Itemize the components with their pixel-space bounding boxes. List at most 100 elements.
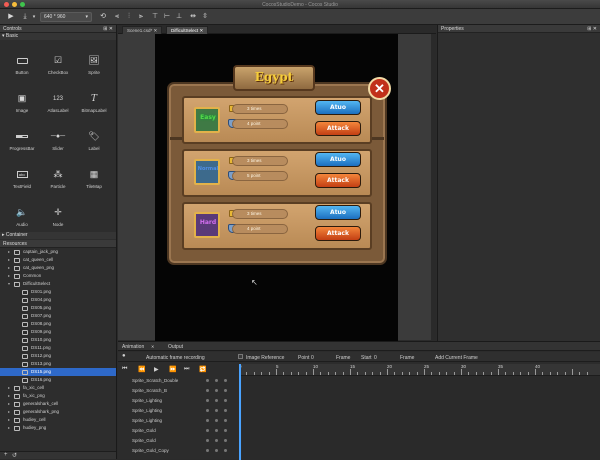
- add-current-frame-button[interactable]: Add Current Frame: [435, 355, 478, 361]
- keyframe-toggle-icon[interactable]: [224, 409, 227, 412]
- lock-toggle-icon[interactable]: [215, 449, 218, 452]
- visibility-toggle-icon[interactable]: [206, 389, 209, 392]
- timeline-ruler[interactable]: 0510152025303540: [239, 364, 600, 376]
- control-progressbar[interactable]: ProgressBar: [4, 119, 40, 151]
- track-row[interactable]: Sprite_Gold: [118, 436, 239, 445]
- prev-frame-icon[interactable]: ⏪: [138, 366, 145, 373]
- control-node[interactable]: ✛ Node: [40, 195, 76, 227]
- lock-toggle-icon[interactable]: [215, 409, 218, 412]
- track-row[interactable]: Sprite_Lighting: [118, 396, 239, 405]
- track-row[interactable]: Sprite_Scratch_Double: [118, 376, 239, 385]
- distribute-h-icon[interactable]: ⇹: [188, 12, 198, 22]
- keyframe-toggle-icon[interactable]: [224, 429, 227, 432]
- attack-button-normal[interactable]: Attack: [315, 173, 361, 188]
- align-top-icon[interactable]: ⊤: [150, 12, 160, 22]
- expand-arrow-icon[interactable]: ▸: [8, 400, 10, 408]
- close-icon[interactable]: ✕: [199, 28, 203, 33]
- visibility-toggle-icon[interactable]: [206, 449, 209, 452]
- folder-item[interactable]: ▸ hudiey_cell: [0, 416, 116, 424]
- control-tilemap[interactable]: ▦ TileMap: [76, 157, 112, 189]
- lock-toggle-icon[interactable]: [215, 429, 218, 432]
- track-row[interactable]: Sprite_Gold_Copy: [118, 446, 239, 455]
- folder-item[interactable]: ▸ cat_queen_png: [0, 264, 116, 272]
- attack-button-easy[interactable]: Attack: [315, 121, 361, 136]
- tab-animation[interactable]: Animation: [122, 344, 144, 350]
- expand-arrow-icon[interactable]: ▸: [8, 408, 10, 416]
- expand-arrow-icon[interactable]: ▸: [8, 264, 10, 272]
- resolution-select[interactable]: 640 * 960 ▾: [40, 12, 92, 22]
- file-item[interactable]: DS09.png: [0, 328, 116, 336]
- folder-item[interactable]: ▸ generalshark_cell: [0, 400, 116, 408]
- image-reference-checkbox[interactable]: [238, 354, 243, 359]
- first-frame-icon[interactable]: ⏮: [122, 366, 127, 373]
- add-icon[interactable]: +: [4, 452, 8, 458]
- file-item[interactable]: DS12.png: [0, 352, 116, 360]
- last-frame-icon[interactable]: ⏭: [184, 366, 189, 373]
- control-slider[interactable]: ─●─ Slider: [40, 119, 76, 151]
- level-badge-normal[interactable]: Normal: [194, 159, 220, 185]
- tab-output[interactable]: Output: [168, 344, 183, 350]
- visibility-toggle-icon[interactable]: [206, 379, 209, 382]
- lock-toggle-icon[interactable]: [215, 439, 218, 442]
- visibility-toggle-icon[interactable]: [206, 409, 209, 412]
- close-icon[interactable]: ✕: [154, 28, 158, 33]
- keyframe-toggle-icon[interactable]: [224, 399, 227, 402]
- control-checkbox[interactable]: ☑ CheckBox: [40, 43, 76, 75]
- align-right-icon[interactable]: ⫸: [136, 12, 146, 22]
- auto-record-label[interactable]: Automatic frame recording: [146, 355, 205, 361]
- expand-arrow-icon[interactable]: ▾: [8, 280, 10, 288]
- file-item[interactable]: DS08.png: [0, 320, 116, 328]
- track-row[interactable]: Sprite_Scratch_B: [118, 386, 239, 395]
- panel-menu-icon[interactable]: ⊞ ✕: [587, 25, 597, 33]
- align-bottom-icon[interactable]: ⊥: [174, 12, 184, 22]
- folder-item[interactable]: ▸ hudiey_png: [0, 424, 116, 432]
- visibility-toggle-icon[interactable]: [206, 399, 209, 402]
- expand-arrow-icon[interactable]: ▸: [8, 248, 10, 256]
- expand-arrow-icon[interactable]: ▸: [8, 384, 10, 392]
- control-image[interactable]: ▣ Image: [4, 81, 40, 113]
- expand-arrow-icon[interactable]: ▸: [8, 256, 10, 264]
- publish-icon[interactable]: ⤓: [20, 12, 30, 22]
- folder-item[interactable]: ▸ generalshark_png: [0, 408, 116, 416]
- refresh-icon[interactable]: ↺: [12, 452, 17, 459]
- play-icon[interactable]: ▶: [154, 366, 159, 373]
- control-audio[interactable]: 🔈 Audio: [4, 195, 40, 227]
- panel-menu-icon[interactable]: ⊞ ✕: [103, 25, 113, 33]
- auto-button-normal[interactable]: Atuo: [315, 152, 361, 167]
- playhead[interactable]: [239, 364, 241, 460]
- basic-section-header[interactable]: ▾ Basic: [0, 33, 116, 40]
- rotate-icon[interactable]: ⟲: [98, 12, 108, 22]
- start-value[interactable]: 0: [374, 355, 377, 361]
- keyframe-toggle-icon[interactable]: [224, 419, 227, 422]
- keyframe-toggle-icon[interactable]: [224, 449, 227, 452]
- keyframe-toggle-icon[interactable]: [224, 389, 227, 392]
- tab-scene1[interactable]: Scene1.csd* ✕: [122, 26, 163, 34]
- folder-item[interactable]: ▸ fa_xic_png: [0, 392, 116, 400]
- file-item[interactable]: DS15.png: [0, 368, 116, 376]
- folder-item[interactable]: ▾ DifficultSelect: [0, 280, 116, 288]
- expand-arrow-icon[interactable]: ▸: [8, 392, 10, 400]
- folder-item[interactable]: ▸ cat_queen_cell: [0, 256, 116, 264]
- chevron-down-icon[interactable]: ▾: [31, 12, 37, 22]
- track-row[interactable]: Sprite_Lighting: [118, 406, 239, 415]
- align-left-icon[interactable]: ⫷: [112, 12, 122, 22]
- file-item[interactable]: DS07.png: [0, 312, 116, 320]
- expand-arrow-icon[interactable]: ▸: [8, 424, 10, 432]
- control-particle[interactable]: ⁂ Particle: [40, 157, 76, 189]
- expand-arrow-icon[interactable]: ▸: [8, 272, 10, 280]
- visibility-toggle-icon[interactable]: [206, 439, 209, 442]
- close-icon[interactable]: ✕: [151, 344, 154, 349]
- lock-toggle-icon[interactable]: [215, 399, 218, 402]
- file-item[interactable]: DS04.png: [0, 296, 116, 304]
- track-row[interactable]: Sprite_Lighting: [118, 416, 239, 425]
- folder-item[interactable]: ▸ fa_xic_cell: [0, 384, 116, 392]
- auto-button-hard[interactable]: Atuo: [315, 205, 361, 220]
- control-label-widget[interactable]: 🏷 Label: [76, 119, 112, 151]
- play-icon[interactable]: ▶: [6, 12, 16, 22]
- game-screen[interactable]: Egypt ✕ Easy 3 times 4 point Atuo Attack…: [155, 34, 398, 342]
- distribute-v-icon[interactable]: ⇳: [200, 12, 210, 22]
- tab-difficultselect[interactable]: DifficultSelect ✕: [166, 26, 209, 34]
- keyframe-toggle-icon[interactable]: [224, 439, 227, 442]
- track-row[interactable]: Sprite_Gold: [118, 426, 239, 435]
- file-item[interactable]: DS10.png: [0, 336, 116, 344]
